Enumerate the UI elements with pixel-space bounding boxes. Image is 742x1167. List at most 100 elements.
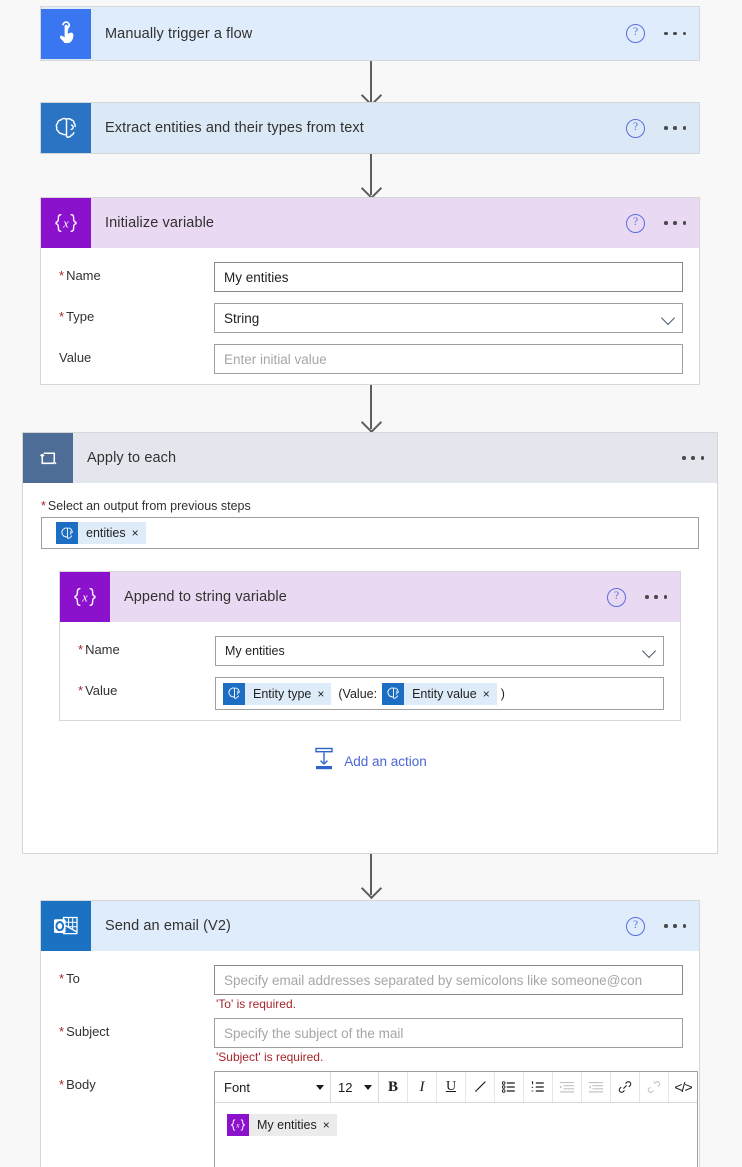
variable-name-input[interactable]: My entities [214,262,683,292]
input-value: My entities [224,269,289,285]
indent-button[interactable] [553,1072,582,1102]
required-asterisk: * [59,309,65,324]
help-icon[interactable]: ? [626,24,645,43]
value-literal-close: ) [500,686,505,701]
field-label-type: * Type [59,309,95,324]
font-size-dropdown[interactable]: 12 [331,1072,379,1102]
variable-type-dropdown[interactable]: String [214,303,683,333]
step-card-apply-to-each[interactable]: Apply to each * Select an output from pre… [22,432,718,854]
token-my-entities[interactable]: x My entities × [227,1114,337,1136]
ai-builder-brain-icon [56,522,78,544]
field-row-subject: * Subject Specify the subject of the mail… [59,1018,683,1064]
token-remove-icon[interactable]: × [132,526,146,540]
token-remove-icon[interactable]: × [323,1118,337,1132]
token-remove-icon[interactable]: × [317,687,331,701]
ai-builder-brain-icon [382,682,405,705]
touch-trigger-icon [41,8,91,59]
more-commands-icon[interactable] [642,588,670,606]
email-subject-input[interactable]: Specify the subject of the mail [214,1018,683,1048]
append-variable-name-dropdown[interactable]: My entities [215,636,664,666]
link-button[interactable] [611,1072,640,1102]
underline-button[interactable]: U [437,1072,466,1102]
card-header[interactable]: Send an email (V2) ? [41,901,699,951]
font-size-value: 12 [338,1079,353,1095]
help-icon[interactable]: ? [626,213,645,233]
help-icon[interactable]: ? [626,118,645,138]
code-view-button[interactable]: </> [669,1072,697,1102]
field-label-to: * To [59,971,80,986]
token-entities[interactable]: entities × [56,522,146,544]
bold-button[interactable]: B [379,1072,408,1102]
required-asterisk: * [59,1024,65,1039]
ai-builder-brain-icon [41,103,91,153]
field-row-to: * To Specify email addresses separated by… [59,965,683,1011]
more-commands-icon[interactable] [661,917,689,935]
step-card-append-to-string-variable[interactable]: x Append to string variable ? * Name My … [59,571,681,721]
field-label-value: * Value [78,683,118,698]
field-label-name: * Name [59,268,101,283]
help-icon[interactable]: ? [607,587,626,607]
field-row-body: * Body Font 12 B I U </> x My entities × [59,1071,698,1167]
value-literal-open: (Value: [338,686,378,701]
more-commands-icon[interactable] [679,449,707,467]
step-card-initialize-variable[interactable]: x Initialize variable ? * Name My entitie… [40,197,700,385]
card-header[interactable]: Apply to each [23,433,717,483]
step-title: Initialize variable [105,215,215,231]
card-header[interactable]: x Append to string variable ? [60,572,680,622]
field-label-subject: * Subject [59,1024,110,1039]
field-control: My entities [214,262,683,292]
dropdown-value: String [224,310,260,326]
unlink-button[interactable] [640,1072,669,1102]
step-title: Apply to each [87,450,177,466]
connector-arrow-1 [370,61,372,102]
token-remove-icon[interactable]: × [483,687,497,701]
italic-button[interactable]: I [408,1072,437,1102]
field-label-value: Value [59,350,92,365]
card-header[interactable]: Extract entities and their types from te… [41,103,699,153]
scope-output-input[interactable]: entities × [41,517,699,549]
connector-arrow-2 [370,154,372,195]
step-title: Append to string variable [124,589,287,605]
svg-text:x: x [235,1121,240,1130]
more-commands-icon[interactable] [661,25,689,43]
input-placeholder: Specify email addresses separated by sem… [224,972,643,988]
field-control: Enter initial value [214,344,683,374]
svg-text:x: x [81,590,88,604]
add-an-action-button[interactable]: Add an action [41,747,699,796]
card-header[interactable]: Manually trigger a flow ? [41,7,699,60]
card-header-actions [679,433,707,483]
step-card-manually-trigger-a-flow[interactable]: Manually trigger a flow ? [40,6,700,61]
email-body-rich-text-editor[interactable]: Font 12 B I U </> x My entities × [214,1071,698,1167]
flow-designer-canvas: Manually trigger a flow ? Extract entiti… [0,0,742,1167]
to-required-error: 'To' is required. [216,997,296,1011]
append-value-input[interactable]: Entity type × (Value: Entity value ×) [215,677,664,710]
more-commands-icon[interactable] [661,214,689,232]
chevron-down-icon [364,1084,372,1090]
field-label-name: * Name [78,642,120,657]
numbered-list-button[interactable] [524,1072,553,1102]
scope-output-label: * Select an output from previous steps [41,499,251,513]
ai-builder-brain-icon [223,682,245,705]
step-card-send-an-email[interactable]: Send an email (V2) ? * To Specify email a… [40,900,700,1167]
bulleted-list-button[interactable] [495,1072,524,1102]
step-card-extract-entities[interactable]: Extract entities and their types from te… [40,102,700,154]
required-asterisk: * [59,268,65,283]
subject-required-error: 'Subject' is required. [216,1050,324,1064]
card-header[interactable]: x Initialize variable ? [41,198,699,248]
email-to-input[interactable]: Specify email addresses separated by sem… [214,965,683,995]
chevron-down-icon [316,1084,324,1090]
token-entity-value[interactable]: Entity value × [382,682,497,705]
rich-text-toolbar: Font 12 B I U </> [215,1072,697,1103]
email-body-content[interactable]: x My entities × [215,1103,697,1167]
more-commands-icon[interactable] [661,119,689,137]
card-header-actions: ? [626,103,689,153]
outlook-icon [41,901,91,951]
dropdown-value: My entities [225,644,285,658]
add-an-action-label: Add an action [344,754,427,769]
help-icon[interactable]: ? [626,916,645,936]
token-entity-type[interactable]: Entity type × [223,682,332,705]
outdent-button[interactable] [582,1072,611,1102]
font-family-dropdown[interactable]: Font [215,1072,331,1102]
variable-value-input[interactable]: Enter initial value [214,344,683,374]
highlight-pen-button[interactable] [466,1072,495,1102]
